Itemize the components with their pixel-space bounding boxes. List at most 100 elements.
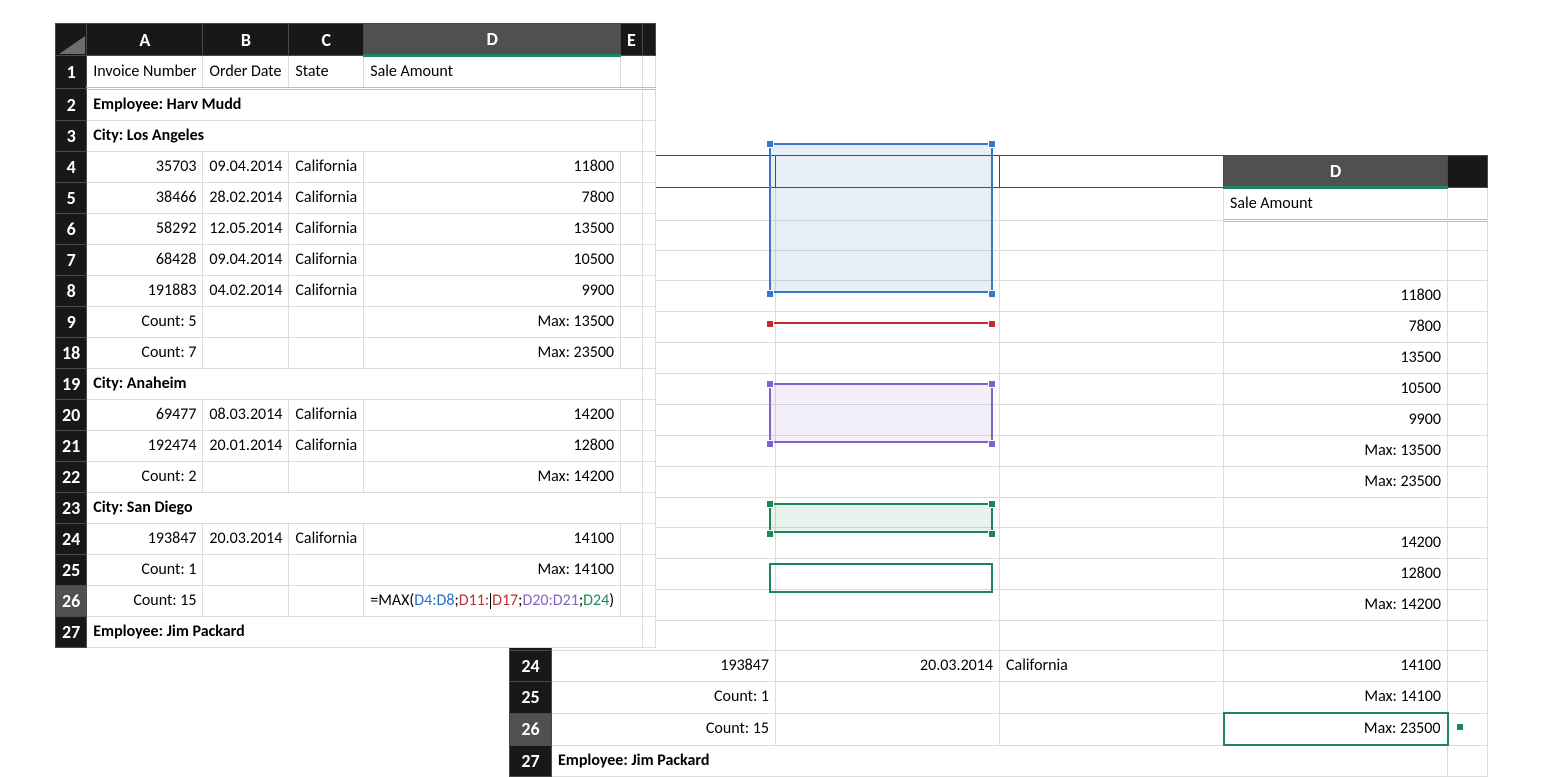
cell[interactable]: 09.04.2014 [203,245,289,276]
cell[interactable]: Max: 23500 [1224,467,1448,498]
cell[interactable]: Count: 1 [552,682,776,714]
cell[interactable]: Max: 14200 [364,462,621,493]
range-handle[interactable] [988,380,996,388]
row-header[interactable]: 1 [56,56,87,89]
header-cell[interactable]: Order Date [203,56,289,89]
col-header-D[interactable]: D [1224,156,1448,188]
range-handle[interactable] [988,290,996,298]
cell[interactable]: 12.05.2014 [203,214,289,245]
group-row[interactable]: Employee: Jim Packard [552,745,1448,777]
row-header[interactable]: 5 [56,183,87,214]
cell[interactable]: 35703 [87,152,203,183]
cell[interactable]: 69477 [87,400,203,431]
row-header[interactable]: 4 [56,152,87,183]
row-header[interactable]: 25 [510,682,552,714]
cell[interactable]: Max: 13500 [1224,436,1448,467]
cell[interactable]: 14100 [1224,651,1448,682]
cell[interactable]: Count: 15 [87,586,203,617]
cell[interactable]: 38466 [87,183,203,214]
range-handle[interactable] [766,440,774,448]
cell[interactable]: Count: 5 [87,307,203,338]
col-header-C[interactable]: C [289,24,364,56]
range-handle[interactable] [766,290,774,298]
cell[interactable]: 11800 [364,152,621,183]
cell[interactable]: California [289,276,364,307]
row-header[interactable]: 24 [510,651,552,682]
cell[interactable]: 193847 [87,524,203,555]
group-row[interactable]: Employee: Jim Packard [87,617,643,648]
cell[interactable]: 192474 [87,431,203,462]
range-handle[interactable] [988,530,996,538]
row-header[interactable]: 18 [56,338,87,369]
cell[interactable] [203,555,289,586]
cell[interactable] [1224,498,1448,528]
header-cell[interactable]: State [289,56,364,89]
col-header-B[interactable]: B [203,24,289,56]
cell[interactable]: 9900 [1224,405,1448,436]
cell[interactable]: 193847 [552,651,776,682]
cell[interactable] [203,338,289,369]
row-header[interactable]: 8 [56,276,87,307]
row-header[interactable]: 3 [56,121,87,152]
range-handle[interactable] [766,380,774,388]
row-header[interactable]: 20 [56,400,87,431]
col-header-D[interactable]: D [364,24,621,56]
cell[interactable]: Count: 15 [552,713,776,745]
spreadsheet-back[interactable]: D Sale Amount 11800 7800 13500 10500 990… [509,155,1488,777]
row-header[interactable]: 19 [56,369,87,400]
row-header[interactable]: 27 [56,617,87,648]
col-header-A[interactable]: A [87,24,203,56]
col-header-E[interactable]: E [621,24,643,56]
cell[interactable]: California [289,400,364,431]
cell[interactable]: California [1000,651,1224,682]
cell[interactable]: California [289,183,364,214]
cell[interactable]: 14100 [364,524,621,555]
cell[interactable]: 20.03.2014 [776,651,1000,682]
cell[interactable] [289,555,364,586]
cell[interactable]: Sale Amount [1224,188,1448,221]
row-header[interactable]: 2 [56,89,87,121]
col-header[interactable] [1448,156,1488,188]
cell[interactable]: Count: 1 [87,555,203,586]
range-handle[interactable] [766,320,774,328]
row-header[interactable]: 21 [56,431,87,462]
cell[interactable]: 12800 [1224,559,1448,590]
cell[interactable]: 14200 [364,400,621,431]
range-handle[interactable] [766,530,774,538]
cell[interactable]: Max: 13500 [364,307,621,338]
cell[interactable]: California [289,214,364,245]
cell[interactable]: Max: 14100 [364,555,621,586]
cell[interactable]: 13500 [364,214,621,245]
cell[interactable]: 28.02.2014 [203,183,289,214]
cell[interactable]: 20.03.2014 [203,524,289,555]
range-handle[interactable] [988,440,996,448]
active-cell[interactable]: Max: 23500 [1224,713,1448,745]
cell[interactable] [289,338,364,369]
row-header[interactable]: 7 [56,245,87,276]
group-row[interactable]: City: Anaheim [87,369,643,400]
cell[interactable]: 04.02.2014 [203,276,289,307]
fill-handle[interactable] [1456,723,1464,731]
range-handle[interactable] [766,500,774,508]
row-header[interactable]: 6 [56,214,87,245]
cell[interactable]: California [289,245,364,276]
cell[interactable]: 20.01.2014 [203,431,289,462]
cell[interactable]: Max: 23500 [364,338,621,369]
cell[interactable]: 7800 [364,183,621,214]
row-header[interactable]: 24 [56,524,87,555]
header-cell[interactable]: Invoice Number [87,56,203,89]
cell[interactable]: Max: 14100 [1224,682,1448,714]
header-cell[interactable]: Sale Amount [364,56,621,89]
row-header[interactable]: 27 [510,745,552,777]
cell[interactable]: 7800 [1224,312,1448,343]
col-header[interactable] [642,24,655,56]
cell[interactable]: 09.04.2014 [203,152,289,183]
formula-cell[interactable]: =MAX(D4:D8;D11:D17;D20:D21;D24) [364,586,621,617]
cell[interactable]: 9900 [364,276,621,307]
row-header[interactable]: 9 [56,307,87,338]
group-row[interactable]: City: Los Angeles [87,121,643,152]
cell[interactable]: 10500 [364,245,621,276]
cell[interactable]: 191883 [87,276,203,307]
cell[interactable] [203,307,289,338]
cell[interactable]: 08.03.2014 [203,400,289,431]
